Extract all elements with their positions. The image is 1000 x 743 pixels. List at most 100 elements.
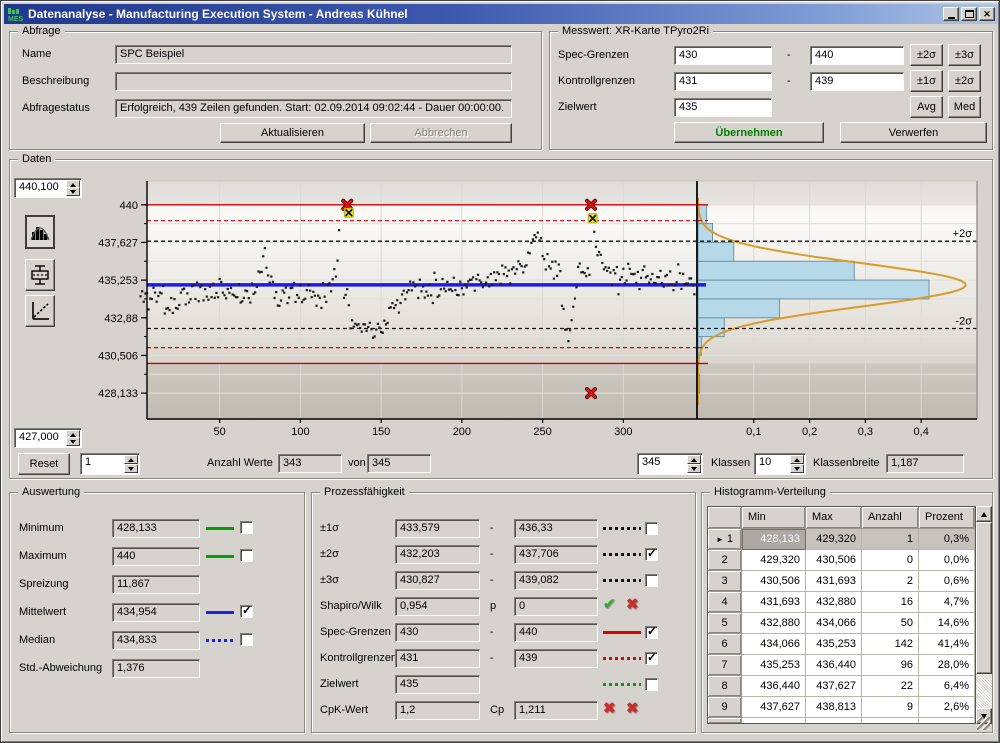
- row-header[interactable]: 6: [708, 634, 742, 655]
- uebernehmen-button[interactable]: Übernehmen: [674, 122, 824, 143]
- klassen-spinner[interactable]: 10: [754, 453, 806, 475]
- cell[interactable]: 22: [862, 676, 919, 697]
- prozess-checkbox[interactable]: [645, 548, 658, 561]
- cell[interactable]: 6,4%: [919, 676, 975, 697]
- row-header[interactable]: ►1: [708, 529, 742, 550]
- control-upper-input[interactable]: 439: [810, 72, 904, 91]
- spin-down-icon[interactable]: [66, 437, 80, 446]
- cell[interactable]: 438,813: [806, 697, 862, 718]
- row-header[interactable]: 3: [708, 571, 742, 592]
- cell[interactable]: 0,6%: [919, 571, 975, 592]
- cell[interactable]: 50: [862, 613, 919, 634]
- row-header[interactable]: 5: [708, 613, 742, 634]
- cell[interactable]: 430,506: [742, 571, 806, 592]
- row-header-column[interactable]: [708, 507, 742, 529]
- spec-lower-input[interactable]: 430: [674, 46, 772, 65]
- trend-view-button[interactable]: [25, 295, 55, 327]
- cell[interactable]: 436,440: [742, 676, 806, 697]
- table-row[interactable]: 4431,693432,880164,7%: [708, 592, 975, 613]
- aktualisieren-button[interactable]: Aktualisieren: [220, 123, 365, 143]
- maximize-button[interactable]: [961, 7, 977, 21]
- cell[interactable]: 4,7%: [919, 592, 975, 613]
- row-header[interactable]: 2: [708, 550, 742, 571]
- zielwert-input[interactable]: 435: [674, 98, 772, 117]
- cell[interactable]: 434,066: [742, 634, 806, 655]
- row-header[interactable]: 9: [708, 697, 742, 718]
- abbrechen-button[interactable]: Abbrechen: [370, 123, 512, 143]
- resize-grip[interactable]: [977, 717, 990, 730]
- column-header-max[interactable]: Max: [806, 507, 862, 529]
- close-button[interactable]: ✕: [979, 7, 995, 21]
- spin-up-icon[interactable]: [124, 455, 138, 464]
- histogram-view-button[interactable]: [25, 215, 55, 249]
- table-row[interactable]: 5432,880434,0665014,6%: [708, 613, 975, 634]
- cell[interactable]: 1: [862, 529, 919, 550]
- med-button[interactable]: Med: [948, 96, 981, 118]
- median-checkbox[interactable]: [240, 633, 253, 646]
- cell[interactable]: 434,066: [806, 613, 862, 634]
- row-header[interactable]: 7: [708, 655, 742, 676]
- cell[interactable]: 0: [862, 550, 919, 571]
- spin-up-icon[interactable]: [687, 455, 701, 464]
- cell[interactable]: 429,320: [742, 550, 806, 571]
- cell[interactable]: 142: [862, 634, 919, 655]
- cell[interactable]: 2,6%: [919, 697, 975, 718]
- minimize-button[interactable]: [943, 7, 959, 21]
- control-1sigma-button[interactable]: ±1σ: [910, 70, 943, 92]
- column-header-min[interactable]: Min: [742, 507, 806, 529]
- cell[interactable]: 437,627: [742, 697, 806, 718]
- prozess-checkbox[interactable]: [645, 678, 658, 691]
- table-row[interactable]: 3430,506431,69320,6%: [708, 571, 975, 592]
- cell[interactable]: 432,880: [806, 592, 862, 613]
- cell[interactable]: 428,133: [742, 529, 806, 550]
- spin-down-icon[interactable]: [66, 187, 80, 196]
- y-max-spinner[interactable]: 440,100: [14, 178, 82, 198]
- scrollbar-thumb[interactable]: [976, 522, 992, 674]
- cell[interactable]: 0,3%: [919, 529, 975, 550]
- avg-button[interactable]: Avg: [910, 96, 943, 118]
- cell[interactable]: 14,6%: [919, 613, 975, 634]
- maximum-checkbox[interactable]: [240, 549, 253, 562]
- control-lower-input[interactable]: 431: [674, 72, 772, 91]
- cell[interactable]: 16: [862, 592, 919, 613]
- table-row[interactable]: 2429,320430,50600,0%: [708, 550, 975, 571]
- prozess-checkbox[interactable]: [645, 652, 658, 665]
- cell[interactable]: 431,693: [742, 592, 806, 613]
- cell[interactable]: 435,253: [806, 634, 862, 655]
- spec-upper-input[interactable]: 440: [810, 46, 904, 65]
- verwerfen-button[interactable]: Verwerfen: [840, 122, 987, 143]
- mittelwert-checkbox[interactable]: [240, 605, 253, 618]
- scroll-up-button[interactable]: [976, 506, 992, 522]
- spin-down-icon[interactable]: [687, 464, 701, 473]
- cell[interactable]: 9: [862, 697, 919, 718]
- table-row[interactable]: 8436,440437,627226,4%: [708, 676, 975, 697]
- control-2sigma-button[interactable]: ±2σ: [948, 70, 981, 92]
- cell[interactable]: 429,320: [806, 529, 862, 550]
- spin-up-icon[interactable]: [790, 455, 804, 464]
- count-spinner[interactable]: 345: [637, 453, 703, 475]
- table-row[interactable]: 7435,253436,4409628,0%: [708, 655, 975, 676]
- prozess-checkbox[interactable]: [645, 574, 658, 587]
- cell[interactable]: 41,4%: [919, 634, 975, 655]
- cell[interactable]: 431,693: [806, 571, 862, 592]
- column-header-prozent[interactable]: Prozent: [919, 507, 975, 529]
- spin-down-icon[interactable]: [124, 464, 138, 473]
- cell[interactable]: 436,440: [806, 655, 862, 676]
- table-scrollbar[interactable]: [976, 506, 992, 724]
- cell[interactable]: 28,0%: [919, 655, 975, 676]
- prozess-checkbox[interactable]: [645, 626, 658, 639]
- row-header[interactable]: 4: [708, 592, 742, 613]
- table-row[interactable]: ►1428,133429,32010,3%: [708, 529, 975, 550]
- cell[interactable]: 437,627: [806, 676, 862, 697]
- index-spinner[interactable]: 1: [80, 453, 140, 475]
- cell[interactable]: 435,253: [742, 655, 806, 676]
- table-row[interactable]: 6434,066435,25314241,4%: [708, 634, 975, 655]
- y-min-spinner[interactable]: 427,000: [14, 428, 82, 448]
- cell[interactable]: 96: [862, 655, 919, 676]
- column-header-anzahl[interactable]: Anzahl: [862, 507, 919, 529]
- table-row[interactable]: 9437,627438,81392,6%: [708, 697, 975, 718]
- cell[interactable]: 0,0%: [919, 550, 975, 571]
- spin-down-icon[interactable]: [790, 464, 804, 473]
- cell[interactable]: 432,880: [742, 613, 806, 634]
- boxplot-view-button[interactable]: [25, 259, 55, 291]
